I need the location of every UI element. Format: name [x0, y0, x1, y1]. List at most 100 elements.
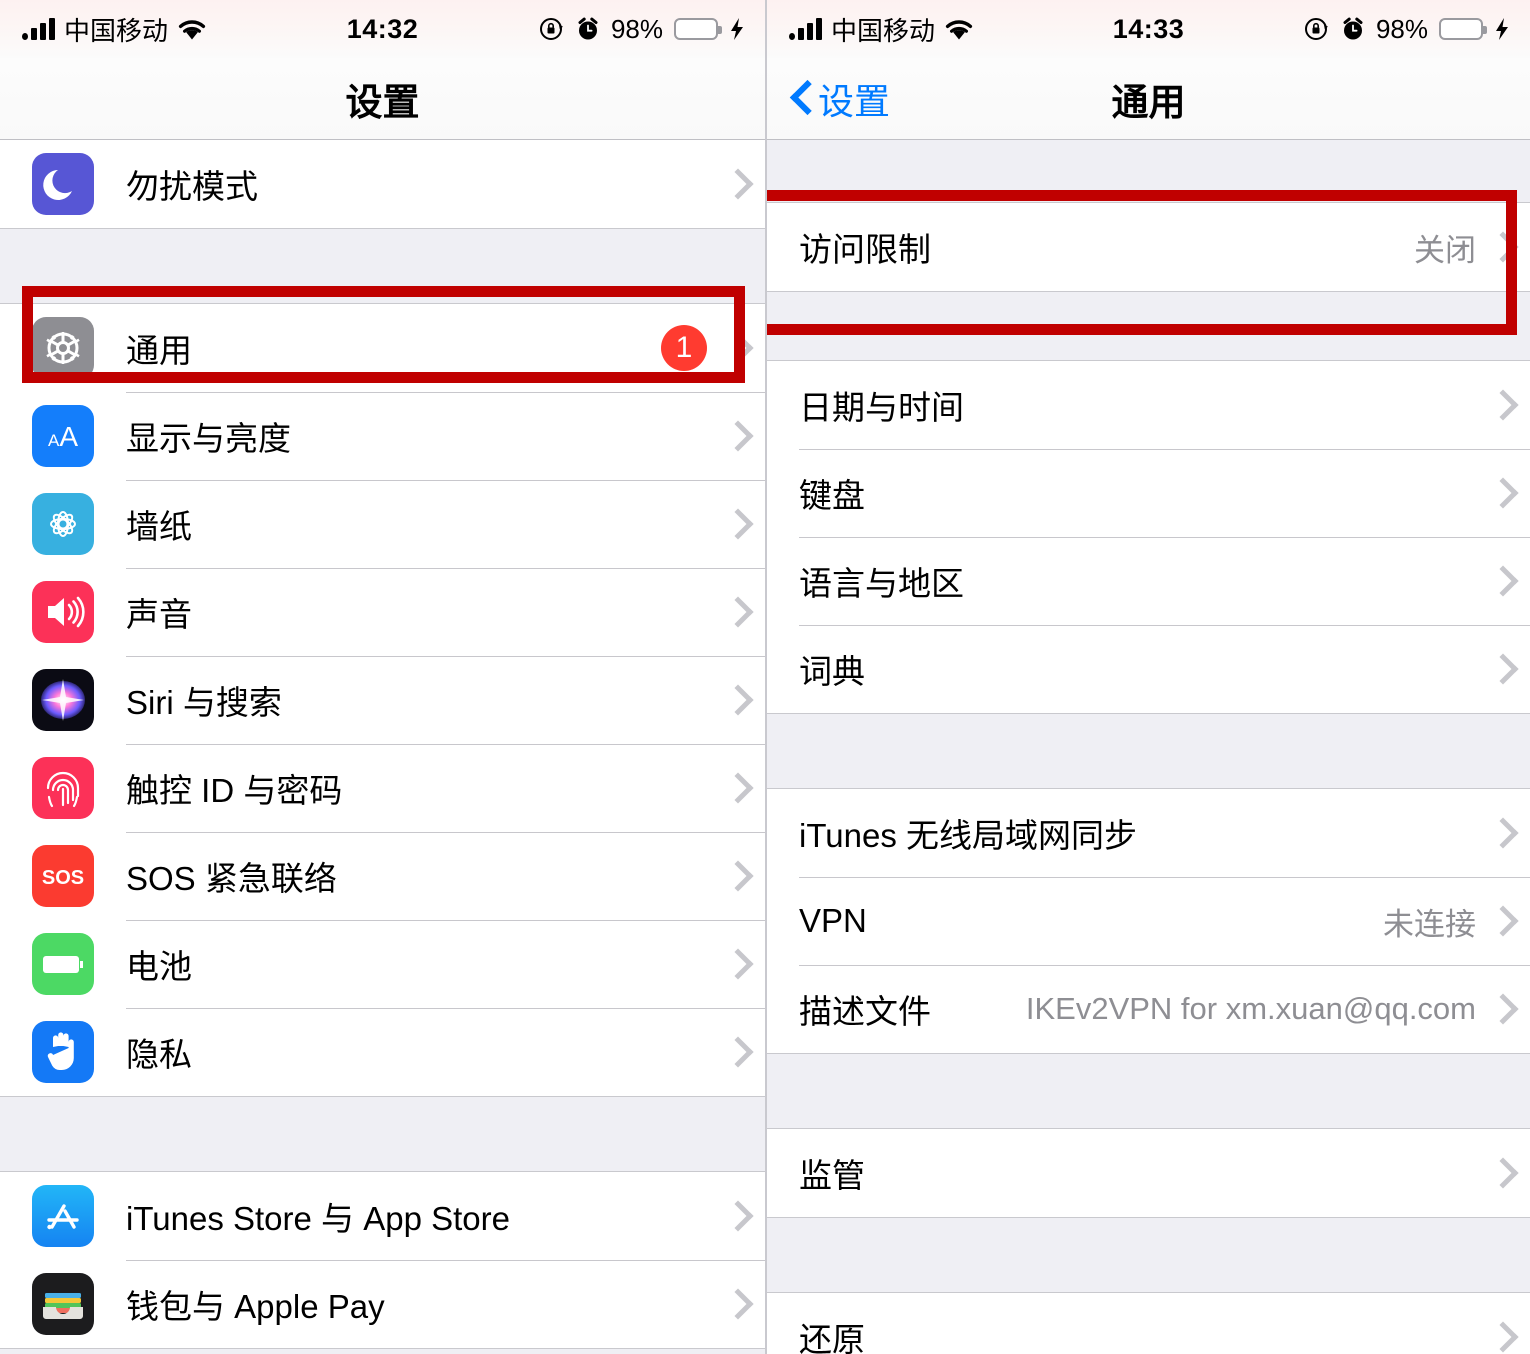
- alarm-clock-icon: [1341, 16, 1365, 42]
- sidebar-item-label: 电池: [126, 948, 192, 985]
- list-item-label: 词典: [799, 653, 865, 690]
- chevron-right-icon: [727, 170, 743, 198]
- list-item-label: 描述文件: [799, 993, 931, 1030]
- sidebar-item-label: 勿扰模式: [126, 168, 258, 205]
- group-gap: [0, 1097, 765, 1171]
- sidebar-item-label: 钱包与 Apple Pay: [126, 1288, 385, 1325]
- chevron-right-icon: [1492, 819, 1508, 847]
- lightning-bolt-icon: [729, 16, 745, 42]
- sidebar-item-wallpaper[interactable]: 墙纸: [0, 480, 765, 568]
- group-gap: [767, 140, 1530, 203]
- list-item-keyboard[interactable]: 键盘: [767, 449, 1530, 537]
- group-gap: [767, 1218, 1530, 1292]
- chevron-right-icon: [727, 862, 743, 890]
- sidebar-item-wallet-apple-pay[interactable]: 钱包与 Apple Pay: [0, 1260, 765, 1348]
- chevron-right-icon: [727, 510, 743, 538]
- sidebar-item-label: 通用: [126, 332, 192, 369]
- chevron-right-icon: [1492, 1323, 1508, 1351]
- chevron-right-icon: [1492, 479, 1508, 507]
- sidebar-item-label: Siri 与搜索: [126, 684, 282, 721]
- sidebar-item-sos[interactable]: SOS SOS 紧急联络: [0, 832, 765, 920]
- battery-percentage: 98%: [610, 13, 663, 44]
- sidebar-item-label: 显示与亮度: [126, 420, 291, 457]
- group-gap: [767, 1054, 1530, 1128]
- chevron-right-icon: [727, 334, 743, 362]
- settings-screen: 中国移动 14:32 98% 设置 勿扰模式 通用 1 AA 显示与亮度 墙纸 …: [0, 0, 765, 1354]
- chevron-right-icon: [1492, 995, 1508, 1023]
- chevron-right-icon: [727, 774, 743, 802]
- wallpaper-icon: [32, 493, 94, 555]
- general-screen: 中国移动 14:33 98% 设置 通用 访问限制 关闭 日期与时间 键盘 语言…: [765, 0, 1530, 1354]
- list-item-reset[interactable]: 还原: [767, 1293, 1530, 1354]
- status-bar-right: 98%: [1304, 0, 1510, 58]
- gear-icon: [32, 317, 94, 379]
- chevron-right-icon: [1492, 391, 1508, 419]
- chevron-right-icon: [727, 1038, 743, 1066]
- general-group-1: 访问限制 关闭: [767, 203, 1530, 292]
- status-bar: 中国移动 14:32 98%: [0, 0, 765, 58]
- chevron-right-icon: [1492, 567, 1508, 595]
- svg-text:AA: AA: [48, 421, 78, 452]
- lightning-bolt-icon: [1494, 16, 1510, 42]
- battery-percentage: 98%: [1375, 13, 1428, 44]
- list-item-restrictions[interactable]: 访问限制 关闭: [767, 203, 1530, 291]
- sidebar-item-siri-search[interactable]: Siri 与搜索: [0, 656, 765, 744]
- list-item-value: 未连接: [1383, 906, 1476, 942]
- svg-text:SOS: SOS: [42, 867, 84, 889]
- sos-icon: SOS: [32, 845, 94, 907]
- do-not-disturb-icon: [32, 153, 94, 215]
- chevron-right-icon: [727, 950, 743, 978]
- sounds-icon: [32, 581, 94, 643]
- status-badge: 1: [661, 325, 707, 371]
- list-item-value: 关闭: [1414, 232, 1476, 268]
- list-item-label: iTunes 无线局域网同步: [799, 817, 1137, 854]
- group-gap: [0, 229, 765, 303]
- page-title: 通用: [1111, 82, 1186, 123]
- list-item-label: VPN: [799, 902, 867, 939]
- sidebar-item-label: 触控 ID 与密码: [126, 772, 343, 809]
- sidebar-item-label: 墙纸: [126, 508, 192, 545]
- siri-icon: [32, 669, 94, 731]
- sidebar-item-touch-id-passcode[interactable]: 触控 ID 与密码: [0, 744, 765, 832]
- chevron-right-icon: [1492, 907, 1508, 935]
- settings-group-2: 通用 1 AA 显示与亮度 墙纸 声音 Siri 与搜索 触控 ID 与密码 S…: [0, 303, 765, 1097]
- list-item-language-region[interactable]: 语言与地区: [767, 537, 1530, 625]
- sidebar-item-general[interactable]: 通用 1: [0, 304, 765, 392]
- general-list: 访问限制 关闭 日期与时间 键盘 语言与地区 词典 iTunes 无线局域网同步…: [767, 140, 1530, 1354]
- sidebar-item-do-not-disturb[interactable]: 勿扰模式: [0, 140, 765, 228]
- chevron-right-icon: [727, 422, 743, 450]
- list-item-label: 监管: [799, 1157, 865, 1194]
- chevron-right-icon: [727, 1202, 743, 1230]
- list-item-label: 访问限制: [799, 231, 931, 268]
- sidebar-item-sounds[interactable]: 声音: [0, 568, 765, 656]
- privacy-hand-icon: [32, 1021, 94, 1083]
- list-item-dictionary[interactable]: 词典: [767, 625, 1530, 713]
- general-group-2: 日期与时间 键盘 语言与地区 词典: [767, 360, 1530, 714]
- sidebar-item-label: iTunes Store 与 App Store: [126, 1200, 510, 1237]
- group-gap: [767, 292, 1530, 360]
- status-bar-right: 98%: [539, 0, 745, 58]
- list-item-label: 语言与地区: [799, 565, 964, 602]
- list-item-profiles[interactable]: 描述文件 IKEv2VPN for xm.xuan@qq.com: [767, 965, 1530, 1053]
- rotation-lock-icon: [539, 16, 565, 42]
- dual-screenshot-container: 中国移动 14:32 98% 设置 勿扰模式 通用 1 AA 显示与亮度 墙纸 …: [0, 0, 1530, 1354]
- alarm-clock-icon: [576, 16, 600, 42]
- list-item-supervision[interactable]: 监管: [767, 1129, 1530, 1217]
- sidebar-item-itunes-app-store[interactable]: iTunes Store 与 App Store: [0, 1172, 765, 1260]
- wallet-icon: [32, 1273, 94, 1335]
- nav-bar: 设置: [0, 58, 765, 140]
- chevron-right-icon: [1492, 1159, 1508, 1187]
- list-item-itunes-wifi-sync[interactable]: iTunes 无线局域网同步: [767, 789, 1530, 877]
- battery-icon: [1439, 18, 1487, 40]
- app-store-icon: [32, 1185, 94, 1247]
- chevron-right-icon: [1492, 655, 1508, 683]
- list-item-vpn[interactable]: VPN 未连接: [767, 877, 1530, 965]
- sidebar-item-label: SOS 紧急联络: [126, 860, 337, 897]
- sidebar-item-battery[interactable]: 电池: [0, 920, 765, 1008]
- sidebar-item-display-brightness[interactable]: AA 显示与亮度: [0, 392, 765, 480]
- list-item-date-time[interactable]: 日期与时间: [767, 361, 1530, 449]
- touch-id-icon: [32, 757, 94, 819]
- list-item-label: 键盘: [799, 477, 865, 514]
- settings-list: 勿扰模式 通用 1 AA 显示与亮度 墙纸 声音 Siri 与搜索 触控 ID …: [0, 140, 765, 1354]
- sidebar-item-privacy[interactable]: 隐私: [0, 1008, 765, 1096]
